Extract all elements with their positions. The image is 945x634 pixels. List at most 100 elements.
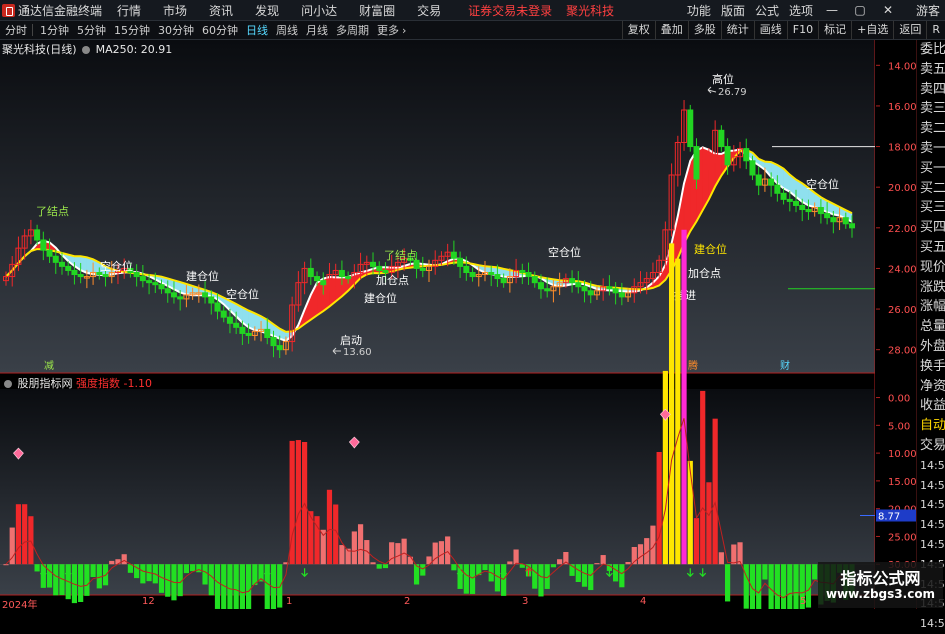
tf-fenshi[interactable]: 分时 — [0, 22, 30, 38]
quote-item[interactable]: 买五 — [917, 238, 945, 258]
quote-item[interactable]: 卖五 — [917, 60, 945, 80]
stock-title: 聚光科技(日线) — [2, 43, 77, 56]
indicator-bar — [588, 564, 594, 591]
btn-duogu[interactable]: 多股 — [687, 21, 721, 39]
menu-wenxiaoda[interactable]: 问小达 — [290, 2, 348, 19]
y-tick-label: 0.00 — [888, 394, 910, 405]
quote-item[interactable]: 买四 — [917, 218, 945, 238]
menu-faxian[interactable]: 发现 — [244, 2, 290, 19]
event-mark-teng: 腾 — [688, 359, 698, 372]
quote-item[interactable]: 净资 — [917, 377, 945, 397]
quote-item[interactable]: 总量 — [917, 317, 945, 337]
minimize-icon[interactable]: — — [818, 3, 846, 17]
app-logo: 通达信金融终端 — [0, 2, 106, 19]
menu-xuanxiang[interactable]: 选项 — [784, 2, 818, 19]
tf-daily[interactable]: 日线 — [241, 22, 271, 38]
indicator-bar — [482, 564, 488, 571]
candle-body — [152, 282, 159, 286]
candle-body — [158, 284, 165, 290]
tf-multi-period[interactable]: 多周期 — [331, 22, 372, 38]
btn-diejia[interactable]: 叠加 — [654, 21, 688, 39]
indicator-bar — [581, 564, 588, 587]
menu-jiaoyi[interactable]: 交易 — [406, 2, 452, 19]
quote-item[interactable]: 卖二 — [917, 119, 945, 139]
btn-add-watchlist[interactable]: +自选 — [851, 21, 893, 39]
menu-shichang[interactable]: 市场 — [152, 2, 198, 19]
tf-more[interactable]: 更多 — [372, 22, 402, 38]
candle-body — [146, 280, 153, 284]
toggle-icon[interactable] — [82, 46, 91, 54]
btn-biaoji[interactable]: 标记 — [818, 21, 851, 39]
quote-item[interactable]: 14:56 — [917, 614, 945, 634]
quote-item[interactable]: 14:56 — [917, 456, 945, 476]
candle-body — [46, 249, 53, 257]
quote-item[interactable]: 卖一 — [917, 139, 945, 159]
close-icon[interactable]: ✕ — [874, 3, 902, 17]
quote-item[interactable]: 买二 — [917, 179, 945, 199]
quote-item[interactable]: 现价 — [917, 258, 945, 278]
indicator-bar — [724, 564, 731, 602]
tf-30min[interactable]: 30分钟 — [153, 22, 197, 38]
candle-body — [575, 282, 582, 288]
indicator-bar — [389, 542, 395, 565]
quote-item[interactable]: 自动 — [917, 416, 945, 436]
btn-huaxian[interactable]: 画线 — [753, 21, 787, 39]
quote-item[interactable]: 14:56 — [917, 476, 945, 496]
signal-label: 空仓位 — [226, 287, 259, 301]
btn-f10[interactable]: F10 — [786, 21, 818, 39]
quote-item[interactable]: 14:56 — [917, 495, 945, 515]
indicator-bar — [84, 564, 90, 596]
quote-item[interactable]: 外盘 — [917, 337, 945, 357]
quote-item[interactable]: 涨幅 — [917, 297, 945, 317]
tf-weekly[interactable]: 周线 — [271, 22, 301, 38]
candle-body — [718, 129, 725, 148]
menu-gongneng[interactable]: 功能 — [682, 2, 716, 19]
chevron-right-icon[interactable]: › — [402, 24, 406, 37]
btn-fuquan[interactable]: 复权 — [621, 21, 655, 39]
quote-item[interactable]: 委比 — [917, 40, 945, 60]
menu-zixun[interactable]: 资讯 — [198, 2, 244, 19]
indicator-bar — [756, 564, 762, 609]
quote-item[interactable]: 买三 — [917, 198, 945, 218]
indicator-bar — [812, 564, 818, 580]
toggle-icon[interactable] — [4, 380, 12, 388]
user-guest[interactable]: 游客 — [902, 2, 945, 19]
indicator-bar — [451, 564, 457, 571]
indicator-bar — [687, 460, 693, 565]
signal-label: 启动 — [340, 334, 362, 347]
restore-icon[interactable]: ▢ — [846, 3, 874, 17]
menu-hangqing[interactable]: 行情 — [106, 2, 152, 19]
quote-item[interactable]: 收益 — [917, 396, 945, 416]
trade-login-warning[interactable]: 证券交易未登录 — [468, 2, 552, 19]
menu-gongshi[interactable]: 公式 — [750, 2, 784, 19]
quote-item[interactable]: 卖四 — [917, 80, 945, 100]
indicator-bar — [594, 563, 600, 565]
tf-5min[interactable]: 5分钟 — [72, 22, 109, 38]
candle-body — [780, 192, 787, 200]
quote-item[interactable]: 14:56 — [917, 535, 945, 555]
y-axis: 28.00 26.00 24.00 22.00 20.00 18.00 16.00 14.00… — [876, 61, 916, 571]
btn-tongji[interactable]: 统计 — [720, 21, 754, 39]
tf-60min[interactable]: 60分钟 — [197, 22, 241, 38]
candle-body — [58, 261, 65, 267]
menu-banmian[interactable]: 版面 — [716, 2, 750, 19]
quote-item[interactable]: 14:56 — [917, 515, 945, 535]
quote-item[interactable]: 交易 — [917, 436, 945, 456]
indicator-bar — [438, 541, 445, 565]
quote-item[interactable]: 买一 — [917, 159, 945, 179]
tf-monthly[interactable]: 月线 — [301, 22, 331, 38]
menu-caifuquan[interactable]: 财富圈 — [348, 2, 406, 19]
candle-body — [799, 204, 806, 211]
event-mark-jian: 减 — [44, 360, 54, 372]
quote-item[interactable]: 卖三 — [917, 99, 945, 119]
r-badge[interactable]: R — [926, 21, 945, 39]
quote-item[interactable]: 涨跌 — [917, 278, 945, 298]
candle-body — [612, 288, 619, 294]
y-tick-label: 26.00 — [888, 305, 916, 316]
tf-1min[interactable]: 1分钟 — [35, 22, 72, 38]
btn-back[interactable]: 返回 — [893, 21, 926, 39]
tf-15min[interactable]: 15分钟 — [109, 22, 153, 38]
kline-chart[interactable]: 了结点空仓位建仓位空仓位了结点加仓点建仓位空仓位启动建仓位加仓点推进空仓位高位2… — [0, 40, 875, 609]
quote-item[interactable]: 换手 — [917, 357, 945, 377]
indicator-bar — [196, 564, 202, 573]
